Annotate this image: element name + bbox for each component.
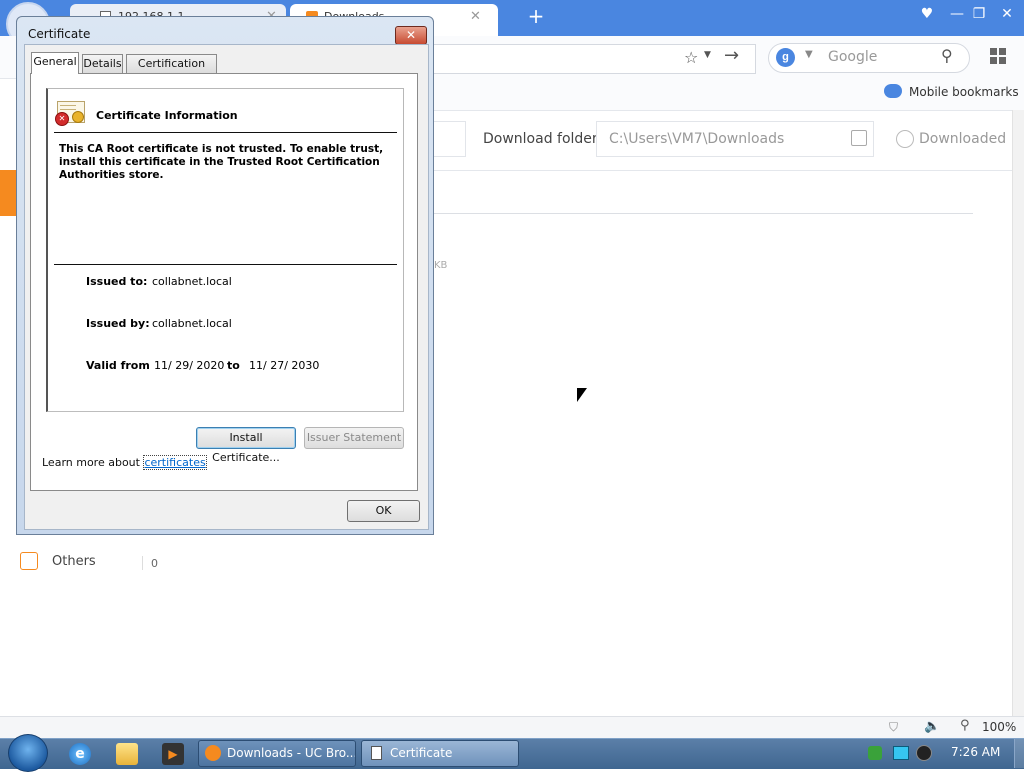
issued-to-label: Issued to: (86, 275, 148, 288)
tab-details[interactable]: Details (82, 54, 123, 73)
volume-tray-icon[interactable] (916, 745, 932, 761)
learn-more-text: Learn more about certificates (42, 455, 207, 470)
valid-to-value: 11/ 27/ 2030 (249, 359, 320, 372)
shield-icon[interactable]: ⛉ (889, 720, 898, 735)
restore-button[interactable]: ❐ (968, 4, 990, 24)
start-button[interactable] (8, 734, 48, 772)
internet-explorer-icon[interactable]: e (69, 743, 91, 765)
certificate-doc-icon (371, 746, 382, 760)
file-size-fragment: KB (434, 260, 448, 271)
valid-from-value: 11/ 29/ 2020 (154, 359, 225, 372)
volume-icon[interactable]: 🔈 (924, 719, 940, 734)
cloud-icon (884, 84, 902, 98)
issued-to-value: collabnet.local (152, 275, 232, 288)
taskbar-item-label: Certificate (390, 746, 453, 760)
search-box[interactable]: ▼ Google ⚲ (768, 43, 970, 73)
sidebar-selected-indicator (0, 170, 16, 216)
divider (54, 264, 397, 265)
issued-by-value: collabnet.local (152, 317, 232, 330)
trust-warning-text: This CA Root certificate is not trusted.… (59, 143, 384, 181)
chevron-down-icon[interactable]: ▼ (704, 50, 711, 60)
search-downloads-input[interactable] (433, 121, 466, 157)
divider (54, 132, 397, 133)
star-icon[interactable]: ☆ (684, 48, 698, 67)
dialog-title: Certificate (28, 27, 91, 41)
network-tray-icon[interactable] (893, 746, 909, 760)
taskbar-item-certificate[interactable]: Certificate (361, 740, 519, 767)
downloaded-icon (896, 130, 914, 148)
apps-grid-icon[interactable] (990, 48, 1006, 64)
uc-browser-icon (205, 745, 221, 761)
learn-more-prefix: Learn more about (42, 456, 144, 469)
others-count: 0 (151, 557, 158, 570)
tab-general[interactable]: General (31, 52, 79, 74)
download-folder-field[interactable]: C:\Users\VM7\Downloads (596, 121, 874, 157)
others-category-icon[interactable] (20, 552, 38, 570)
certificates-link[interactable]: certificates (143, 455, 207, 470)
security-tray-icon[interactable] (868, 746, 882, 760)
download-folder-label: Download folder (483, 131, 598, 147)
close-window-button[interactable]: ✕ (996, 4, 1018, 24)
skin-icon[interactable]: ♥ (916, 4, 938, 24)
status-bar (0, 716, 1024, 739)
new-tab-button[interactable]: + (526, 4, 546, 28)
issued-by-label: Issued by: (86, 317, 150, 330)
file-explorer-icon[interactable] (116, 743, 138, 765)
edit-icon[interactable] (851, 130, 867, 146)
search-input[interactable]: Google (828, 49, 877, 65)
dialog-close-button[interactable]: ✕ (395, 26, 427, 45)
issuer-statement-button[interactable]: Issuer Statement (304, 427, 404, 449)
taskbar-item-downloads[interactable]: Downloads - UC Bro... (198, 740, 356, 767)
zoom-icon[interactable]: ⚲ (960, 718, 970, 733)
scrollbar[interactable] (1012, 110, 1024, 716)
divider (142, 556, 143, 570)
chevron-down-icon[interactable]: ▼ (805, 49, 813, 60)
valid-to-label: to (227, 359, 240, 372)
install-certificate-button[interactable]: Install Certificate... (196, 427, 296, 464)
mobile-bookmarks-link[interactable]: Mobile bookmarks (909, 85, 1019, 99)
divider (433, 213, 973, 214)
show-desktop-button[interactable] (1014, 739, 1024, 768)
taskbar-item-label: Downloads - UC Bro... (227, 746, 356, 760)
google-engine-icon[interactable]: g (776, 48, 795, 67)
certificate-warning-icon: ✕ (55, 99, 85, 126)
clock[interactable]: 7:26 AM (951, 745, 1000, 759)
divider (433, 170, 1024, 171)
mouse-cursor-icon (577, 388, 587, 402)
downloaded-count[interactable]: Downloaded 1 (919, 131, 1019, 147)
tab-certification-path[interactable]: Certification Path (126, 54, 217, 87)
sidebar-item-others[interactable]: Others (52, 554, 96, 569)
zoom-level[interactable]: 100% (982, 720, 1016, 734)
certificate-info-heading: Certificate Information (96, 109, 238, 122)
tab-close-icon[interactable]: ✕ (470, 4, 481, 30)
go-arrow-icon[interactable]: → (724, 45, 739, 66)
ok-button[interactable]: OK (347, 500, 420, 522)
minimize-button[interactable]: — (946, 4, 968, 24)
media-player-icon[interactable]: ▶ (162, 743, 184, 765)
search-icon[interactable]: ⚲ (941, 46, 953, 65)
download-folder-path: C:\Users\VM7\Downloads (609, 131, 785, 147)
valid-from-label: Valid from (86, 359, 150, 372)
